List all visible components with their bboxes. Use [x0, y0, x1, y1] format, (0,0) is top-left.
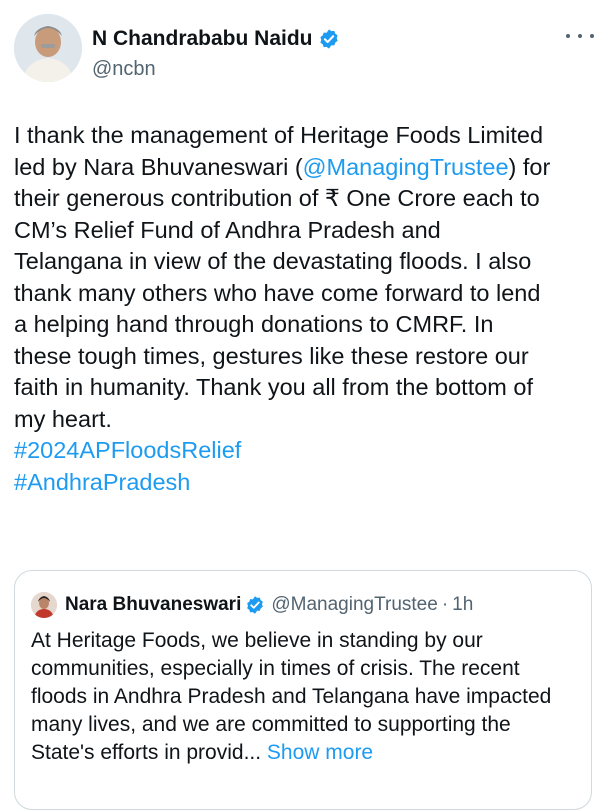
quoted-tweet-header: Nara Bhuvaneswari @ManagingTrustee · 1h — [31, 591, 473, 619]
tweet-line: Telangana in view of the devastating flo… — [14, 248, 532, 274]
avatar-image — [14, 14, 82, 82]
quoted-author-avatar — [31, 592, 57, 618]
tweet-text: I thank the management of Heritage Foods… — [14, 120, 596, 498]
hashtag-link[interactable]: #AndhraPradesh — [14, 467, 596, 499]
tweet-line: CM’s Relief Fund of Andhra Pradesh and — [14, 216, 441, 243]
author-info: N Chandrababu Naidu @ncbn — [92, 26, 340, 81]
tweet-line: thank many others who have come forward … — [14, 279, 541, 306]
tweet-text-segment: led by Nara Bhuvaneswari ( — [14, 153, 303, 180]
mention-link[interactable]: @ManagingTrustee — [303, 154, 509, 180]
tweet-line: a helping hand through donations to CMRF… — [14, 311, 494, 337]
more-dot — [566, 34, 570, 38]
verified-badge-icon — [318, 28, 340, 50]
tweet-text-segment: ) for — [508, 153, 551, 180]
show-more-link[interactable]: Show more — [267, 741, 373, 764]
tweet-line: led by Nara Bhuvaneswari (@ManagingTrust… — [14, 152, 596, 184]
author-avatar[interactable] — [14, 14, 82, 82]
author-handle[interactable]: @ncbn — [92, 58, 340, 81]
tweet-line: I thank the management of Heritage Foods… — [14, 122, 544, 148]
more-dot — [578, 34, 582, 38]
tweet-line: faith in humanity. Thank you all from th… — [14, 374, 534, 400]
tweet-line: my heart. — [14, 405, 112, 432]
more-horizontal-icon[interactable] — [566, 26, 594, 46]
hashtag-link[interactable]: #2024APFloodsRelief — [14, 435, 596, 467]
dot-separator: · — [441, 594, 449, 615]
author-display-name[interactable]: N Chandrababu Naidu — [92, 27, 313, 51]
more-dot — [590, 34, 594, 38]
tweet-line: these tough times, gestures like these r… — [14, 342, 529, 369]
quoted-author-name[interactable]: Nara Bhuvaneswari — [65, 594, 241, 616]
quoted-tweet-timestamp[interactable]: 1h — [452, 594, 473, 616]
verified-badge-icon — [245, 595, 265, 615]
quoted-author-handle[interactable]: @ManagingTrustee — [271, 594, 437, 616]
tweet-line: their generous contribution of ₹ One Cro… — [14, 185, 540, 211]
quoted-tweet-card[interactable]: Nara Bhuvaneswari @ManagingTrustee · 1h … — [14, 570, 592, 810]
author-name-row: N Chandrababu Naidu — [92, 26, 340, 52]
tweet-header: N Chandrababu Naidu @ncbn — [14, 14, 594, 86]
quoted-avatar-image — [31, 592, 57, 618]
quoted-tweet-text: At Heritage Foods, we believe in standin… — [31, 627, 579, 767]
